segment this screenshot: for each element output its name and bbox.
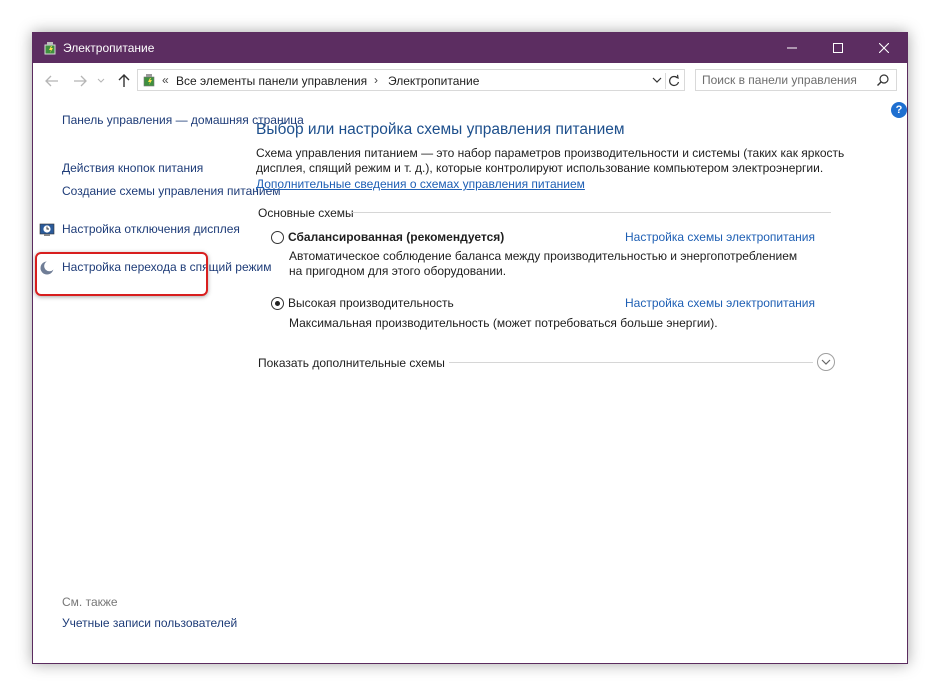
breadcrumb-separator[interactable]: › (374, 73, 378, 87)
radio-balanced-plan[interactable] (271, 231, 284, 244)
up-button[interactable] (115, 72, 133, 90)
forward-arrow-icon (74, 75, 87, 87)
see-also-heading: См. также (62, 595, 118, 609)
highlight-annotation (35, 252, 208, 296)
title-bar[interactable]: Электропитание (33, 33, 907, 63)
plan-name-high-performance[interactable]: Высокая производительность (288, 296, 454, 310)
sidebar-link-label: пользователей (154, 616, 238, 630)
page-title: Выбор или настройка схемы управления пит… (256, 121, 625, 138)
plan-name-balanced[interactable]: Сбалансированная (рекомендуется) (288, 230, 504, 244)
recent-locations-button[interactable] (95, 72, 107, 90)
back-arrow-icon (45, 75, 58, 87)
breadcrumb-chevron[interactable]: « (162, 73, 169, 87)
sidebar-link-label: Настройка отключения (62, 222, 191, 236)
radio-high-performance-plan[interactable] (271, 297, 284, 310)
maximize-button[interactable] (815, 33, 861, 63)
plan-description-balanced: Автоматическое соблюдение баланса между … (289, 249, 829, 279)
sidebar-link-label: Создание схемы управления (62, 184, 224, 198)
plan-description-line: на пригодном для этого оборудовании. (289, 264, 507, 278)
more-info-link[interactable]: Дополнительные сведения о схемах управле… (256, 177, 585, 191)
section-heading-main-plans: Основные схемы (258, 206, 354, 220)
address-bar[interactable]: « Все элементы панели управления › Элект… (137, 69, 685, 91)
sidebar-link-label: Учетные записи (62, 616, 151, 630)
search-input[interactable] (702, 73, 870, 87)
sidebar-link-label: Действия кнопок питания (62, 161, 204, 175)
plan-description-high-performance: Максимальная производительность (может п… (289, 316, 718, 330)
window-title: Электропитание (63, 41, 155, 55)
minimize-button[interactable] (769, 33, 815, 63)
power-options-window: Электропитание « Все элементы панели упр… (32, 32, 908, 664)
display-timer-icon (39, 223, 55, 236)
search-icon[interactable] (876, 73, 890, 87)
sidebar-link-label: Панель управления — (62, 113, 188, 127)
plan-description-line: Автоматическое соблюдение баланса между … (289, 249, 798, 263)
close-icon (879, 43, 889, 53)
navigation-bar: « Все элементы панели управления › Элект… (33, 63, 907, 99)
power-options-location-icon (143, 74, 155, 87)
change-plan-settings-link-balanced[interactable]: Настройка схемы электропитания (625, 230, 815, 244)
address-dropdown-icon[interactable] (650, 73, 664, 87)
description-line: Схема управления питанием — это набор па… (256, 146, 845, 160)
sidebar-link-label: дисплея (193, 222, 240, 236)
sidebar-link-power-buttons[interactable]: Действия кнопок питания (62, 161, 203, 176)
sidebar-link-user-accounts[interactable]: Учетные записи пользователей (62, 616, 237, 631)
change-plan-settings-link-high-performance[interactable]: Настройка схемы электропитания (625, 296, 815, 310)
sidebar-link-display-off[interactable]: Настройка отключения дисплея (62, 222, 240, 237)
chevron-down-icon (97, 78, 105, 83)
power-options-icon (44, 42, 56, 55)
minimize-icon (787, 47, 797, 49)
maximize-icon (833, 43, 843, 53)
breadcrumb-power-options[interactable]: Электропитание (388, 74, 479, 88)
refresh-icon[interactable] (665, 73, 682, 89)
help-button[interactable]: ? (891, 102, 907, 118)
sidebar-link-create-plan[interactable]: Создание схемы управления питанием (62, 184, 281, 199)
show-additional-plans-label[interactable]: Показать дополнительные схемы (258, 356, 445, 370)
section-divider (351, 212, 831, 213)
description-line: дисплея, спящий режим и т. д.), которые … (256, 161, 824, 175)
search-box[interactable] (695, 69, 897, 91)
forward-button[interactable] (71, 72, 89, 90)
chevron-down-icon (821, 359, 831, 365)
additional-plans-divider (449, 362, 813, 363)
back-button[interactable] (43, 72, 61, 90)
expand-additional-plans-button[interactable] (817, 353, 835, 371)
up-arrow-icon (118, 74, 130, 87)
close-button[interactable] (861, 33, 907, 63)
page-description: Схема управления питанием — это набор па… (256, 146, 856, 176)
breadcrumb-all-control-panel-items[interactable]: Все элементы панели управления (176, 74, 367, 88)
